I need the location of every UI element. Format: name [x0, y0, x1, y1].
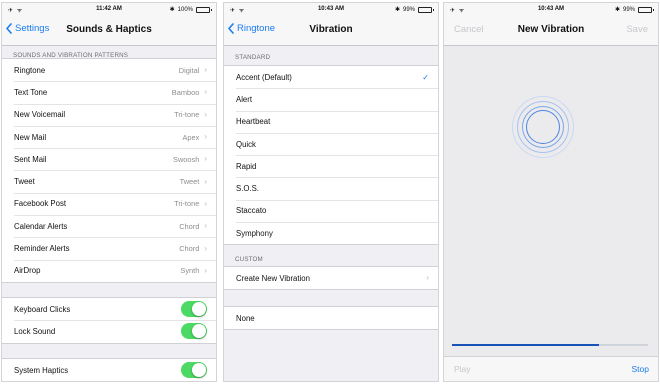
status-bar: ✈ ᯤ 10:43 AM ✱ 99%: [444, 3, 658, 16]
chevron-right-icon: ›: [204, 65, 207, 75]
recording-progress-fill: [452, 344, 599, 346]
vibration-tap-area[interactable]: [444, 46, 658, 356]
bluetooth-icon: ✱: [394, 7, 400, 13]
battery-percent: 99%: [402, 6, 415, 13]
stop-button[interactable]: Stop: [632, 364, 650, 374]
battery-percent: 99%: [622, 6, 635, 13]
list-item[interactable]: Alert: [224, 88, 438, 110]
chevron-right-icon: ›: [426, 273, 429, 283]
list-item[interactable]: Ringtone Digital ›: [2, 59, 216, 81]
battery-icon: [418, 6, 434, 13]
custom-vibrations-list: Create New Vibration ›: [224, 266, 438, 291]
navigation-bar: Settings Sounds & Haptics: [2, 16, 216, 46]
chevron-right-icon: ›: [204, 109, 207, 119]
status-bar: ✈ ᯤ 10:43 AM ✱ 99%: [224, 3, 438, 16]
list-item[interactable]: Text Tone Bamboo ›: [2, 81, 216, 103]
keyboard-clicks-toggle[interactable]: [181, 301, 207, 318]
new-vibration-screen: ✈ ᯤ 10:43 AM ✱ 99% Cancel New Vibration …: [444, 3, 658, 381]
navigation-bar: Cancel New Vibration Save: [444, 16, 658, 46]
list-item[interactable]: Symphony: [224, 222, 438, 244]
bluetooth-icon: ✱: [169, 7, 175, 13]
system-haptics-row: System Haptics: [2, 359, 216, 381]
chevron-right-icon: ›: [204, 265, 207, 275]
list-item[interactable]: Rapid: [224, 155, 438, 177]
none-group: None: [224, 306, 438, 331]
list-item[interactable]: Reminder Alerts Chord ›: [2, 237, 216, 259]
chevron-right-icon: ›: [204, 221, 207, 231]
patterns-list: Ringtone Digital › Text Tone Bamboo › New Vo…: [2, 58, 216, 283]
battery-icon: [196, 6, 212, 13]
playback-toolbar: Play Stop: [444, 356, 658, 381]
battery-icon: [638, 6, 654, 13]
list-item[interactable]: Quick: [224, 132, 438, 155]
toggles-group: Keyboard Clicks Lock Sound: [2, 297, 216, 344]
chevron-right-icon: ›: [204, 243, 207, 253]
play-button[interactable]: Play: [454, 364, 471, 374]
system-haptics-toggle[interactable]: [181, 362, 207, 379]
lock-sound-row: Lock Sound: [2, 320, 216, 342]
list-item[interactable]: Heartbeat: [224, 110, 438, 133]
section-header-standard: STANDARD: [235, 54, 271, 61]
ripple-ring: [526, 110, 560, 144]
chevron-right-icon: ›: [204, 154, 207, 164]
list-item[interactable]: S.O.S.: [224, 177, 438, 199]
bluetooth-icon: ✱: [614, 7, 620, 13]
status-bar: ✈ ᯤ 11:42 AM ✱ 100%: [2, 3, 216, 16]
create-new-vibration-item[interactable]: Create New Vibration ›: [224, 267, 438, 289]
chevron-right-icon: ›: [204, 198, 207, 208]
standard-vibrations-list: Accent (Default) ✓ Alert Heartbeat Quick …: [224, 65, 438, 246]
lock-sound-toggle[interactable]: [181, 323, 207, 340]
list-item[interactable]: New Mail Apex ›: [2, 125, 216, 148]
keyboard-clicks-row: Keyboard Clicks: [2, 298, 216, 320]
list-item[interactable]: New Voicemail Tri-tone ›: [2, 103, 216, 126]
list-item[interactable]: Staccato: [224, 199, 438, 222]
chevron-right-icon: ›: [204, 87, 207, 97]
list-item[interactable]: Facebook Post Tri-tone ›: [2, 192, 216, 215]
page-title: Vibration: [309, 24, 353, 35]
chevron-right-icon: ›: [204, 132, 207, 142]
battery-percent: 100%: [177, 6, 193, 13]
list-item[interactable]: Sent Mail Swoosh ›: [2, 148, 216, 170]
none-item[interactable]: None: [224, 307, 438, 329]
list-item[interactable]: Calendar Alerts Chord ›: [2, 215, 216, 237]
sounds-haptics-screen: ✈ ᯤ 11:42 AM ✱ 100% Settings Sounds & Ha…: [2, 3, 216, 381]
chevron-right-icon: ›: [204, 176, 207, 186]
list-item[interactable]: AirDrop Synth ›: [2, 259, 216, 282]
checkmark-icon: ✓: [422, 72, 429, 82]
haptics-group: System Haptics: [2, 358, 216, 381]
section-header-custom: CUSTOM: [235, 256, 263, 263]
recording-progress-bar: [452, 344, 648, 346]
list-item[interactable]: Accent (Default) ✓: [224, 66, 438, 88]
list-item[interactable]: Tweet Tweet ›: [2, 170, 216, 192]
vibration-screen: ✈ ᯤ 10:43 AM ✱ 99% Ringtone Vibration ST…: [224, 3, 438, 381]
save-button[interactable]: Save: [626, 24, 648, 35]
navigation-bar: Ringtone Vibration: [224, 16, 438, 46]
page-title: Sounds & Haptics: [66, 24, 152, 35]
